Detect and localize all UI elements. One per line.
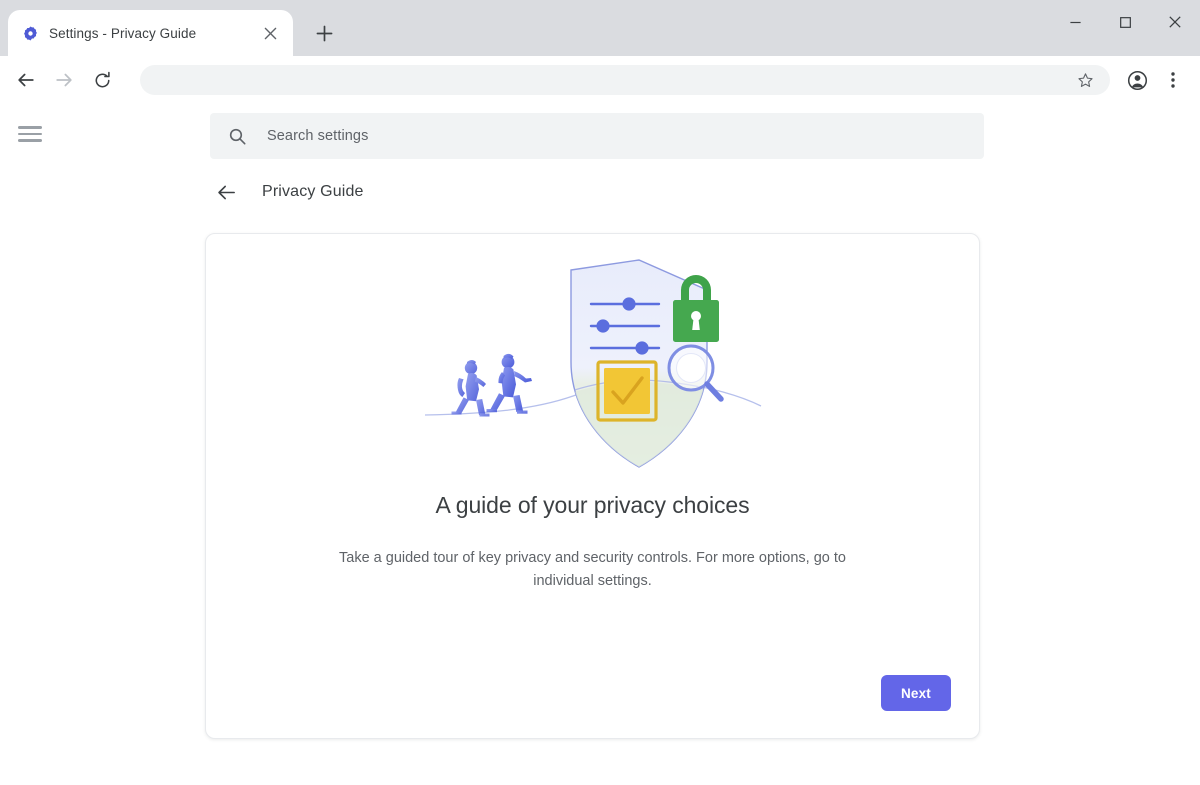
three-dot-menu-icon <box>1171 72 1175 88</box>
privacy-guide-header: Privacy Guide <box>210 176 364 208</box>
window-minimize-button[interactable] <box>1050 0 1100 44</box>
window-controls <box>1050 0 1200 44</box>
page-back-button[interactable] <box>210 176 242 208</box>
search-settings-field[interactable]: Search settings <box>210 113 984 159</box>
hamburger-line <box>18 126 42 129</box>
browser-menu-button[interactable] <box>1156 63 1190 97</box>
hamburger-menu-icon[interactable] <box>14 118 46 150</box>
yellow-checkbox-icon <box>595 360 658 422</box>
search-icon <box>228 127 247 146</box>
settings-page: Search settings Privacy Guide A guide of… <box>0 104 1200 785</box>
browser-titlebar: Settings - Privacy Guide <box>0 0 1200 56</box>
slider-knob-1 <box>621 297 636 311</box>
privacy-guide-card: A guide of your privacy choices Take a g… <box>205 233 980 739</box>
browser-tab[interactable]: Settings - Privacy Guide <box>8 10 293 56</box>
card-headline: A guide of your privacy choices <box>435 492 750 518</box>
window-close-button[interactable] <box>1150 0 1200 44</box>
tab-title: Settings - Privacy Guide <box>49 25 197 41</box>
browser-reload-button[interactable] <box>84 62 120 98</box>
window-maximize-button[interactable] <box>1100 0 1150 44</box>
privacy-guide-illustration <box>424 259 761 468</box>
browser-back-button[interactable] <box>8 62 44 98</box>
plus-icon <box>316 25 332 41</box>
browser-forward-button[interactable] <box>46 62 82 98</box>
browser-toolbar <box>0 56 1200 104</box>
page-title: Privacy Guide <box>262 183 364 200</box>
address-bar[interactable] <box>140 65 1110 95</box>
forward-arrow-icon <box>56 73 72 87</box>
profile-avatar-button[interactable] <box>1120 63 1154 97</box>
card-body-text: Take a guided tour of key privacy and se… <box>339 550 846 589</box>
two-walking-people <box>451 353 532 417</box>
bookmark-star-icon[interactable] <box>1072 67 1098 93</box>
close-icon <box>1169 16 1181 28</box>
person-with-backpack <box>451 360 489 417</box>
minimize-icon <box>1069 21 1081 23</box>
person-walking <box>486 353 532 414</box>
account-avatar-icon <box>1127 70 1147 90</box>
slider-knob-2 <box>595 319 610 333</box>
back-arrow-icon <box>18 73 34 87</box>
new-tab-button[interactable] <box>305 14 343 52</box>
hamburger-line <box>18 132 42 136</box>
maximize-icon <box>1119 16 1131 28</box>
browser-window: Settings - Privacy Guide Search settings… <box>0 0 1200 785</box>
hamburger-line <box>18 139 42 142</box>
reload-icon <box>95 71 110 87</box>
settings-gear-icon <box>24 26 37 40</box>
slider-knob-3 <box>634 341 649 355</box>
search-settings-placeholder: Search settings <box>267 128 369 144</box>
tab-close-icon[interactable] <box>259 22 281 44</box>
next-button[interactable]: Next <box>880 675 951 711</box>
back-arrow-icon <box>217 185 235 199</box>
